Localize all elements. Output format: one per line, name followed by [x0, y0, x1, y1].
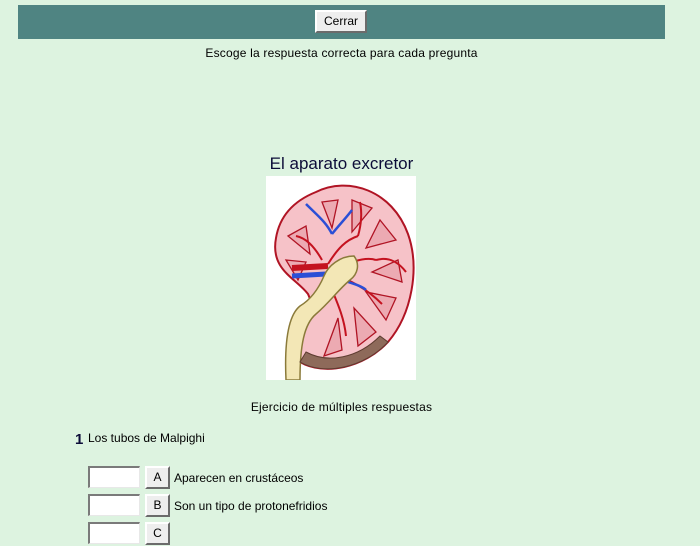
answer-input-a[interactable]	[88, 466, 140, 488]
option-a-button[interactable]: A	[145, 466, 170, 489]
answer-input-b[interactable]	[88, 494, 140, 516]
question-number: 1	[75, 431, 84, 448]
question-text: Los tubos de Malpighi	[88, 431, 205, 445]
option-b-button[interactable]: B	[145, 494, 170, 517]
answer-input-c[interactable]	[88, 522, 140, 544]
kidney-image	[266, 176, 416, 380]
exercise-label: Ejercicio de múltiples respuestas	[250, 400, 433, 414]
close-button[interactable]: Cerrar	[315, 10, 367, 33]
page-title: El aparato excretor	[269, 154, 414, 173]
option-b-text: Son un tipo de protonefridios	[174, 499, 328, 513]
option-a-text: Aparecen en crustáceos	[174, 471, 304, 485]
option-c-button[interactable]: C	[145, 522, 170, 545]
instructions-text: Escoge la respuesta correcta para cada p…	[205, 46, 478, 60]
kidney-illustration	[274, 184, 415, 380]
top-toolbar: Cerrar	[18, 5, 665, 39]
